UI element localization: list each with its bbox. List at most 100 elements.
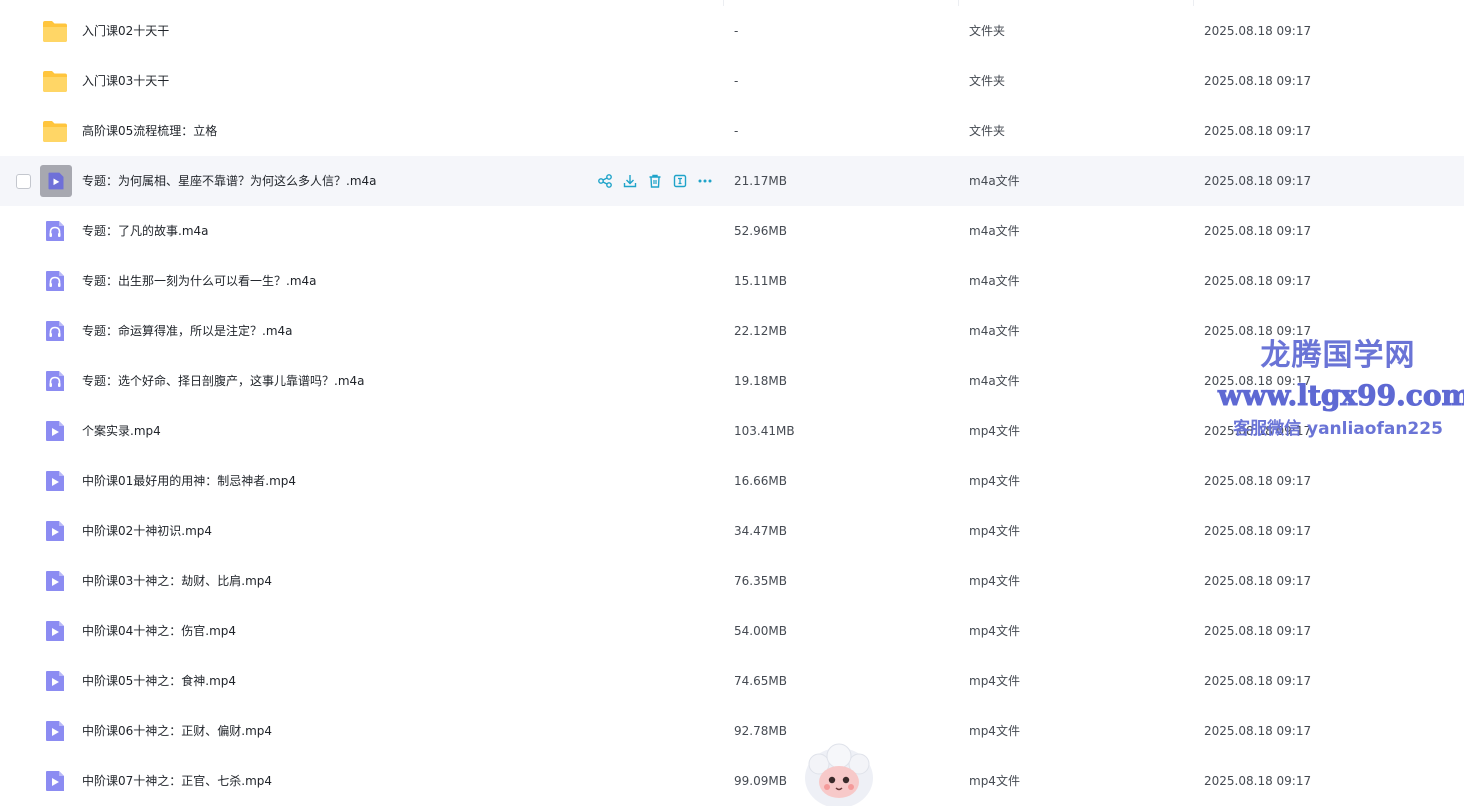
file-row[interactable]: 中阶课03十神之：劫财、比肩.mp4 76.35MB mp4文件 2025.08.18… [0,556,1464,606]
file-date: 2025.08.18 09:17 [1204,24,1312,38]
file-type: m4a文件 [969,224,1020,238]
file-date: 2025.08.18 09:17 [1204,324,1312,338]
file-type: 文件夹 [969,74,1006,88]
file-name[interactable]: 入门课02十天干 [82,6,169,56]
file-date: 2025.08.18 09:17 [1204,274,1312,288]
file-type: mp4文件 [969,774,1020,788]
more-icon[interactable] [697,173,713,189]
file-date: 2025.08.18 09:17 [1204,474,1312,488]
assistant-mascot-icon[interactable] [803,742,875,806]
video-file-icon [42,769,68,793]
file-size: - [734,74,739,88]
file-row[interactable]: 入门课02十天干 - 文件夹 2025.08.18 09:17 [0,6,1464,56]
folder-icon [42,119,68,143]
audio-file-icon [42,269,68,293]
video-file-icon [42,569,68,593]
file-name[interactable]: 高阶课05流程梳理：立格 [82,106,217,156]
file-name[interactable]: 专题：为何属相、星座不靠谱？为何这么多人信？.m4a [82,156,377,206]
video-file-icon [42,419,68,443]
audio-file-icon [42,319,68,343]
file-name[interactable]: 中阶课05十神之：食神.mp4 [82,656,236,706]
file-size: 92.78MB [734,724,787,738]
file-name[interactable]: 中阶课02十神初识.mp4 [82,506,212,556]
file-size: 16.66MB [734,474,787,488]
file-type: m4a文件 [969,174,1020,188]
file-size: 54.00MB [734,624,787,638]
file-type: mp4文件 [969,424,1020,438]
file-type: 文件夹 [969,124,1006,138]
delete-icon[interactable] [647,173,663,189]
file-size: 74.65MB [734,674,787,688]
file-row[interactable]: 专题：为何属相、星座不靠谱？为何这么多人信？.m4a 21.17MB m4a文件 20… [0,156,1464,206]
video-file-icon [42,519,68,543]
file-type: mp4文件 [969,524,1020,538]
file-date: 2025.08.18 09:17 [1204,124,1312,138]
file-name[interactable]: 中阶课06十神之：正财、偏财.mp4 [82,706,272,756]
file-type: mp4文件 [969,574,1020,588]
share-icon[interactable] [597,173,613,189]
audio-file-icon [42,219,68,243]
file-size: 52.96MB [734,224,787,238]
file-size: 19.18MB [734,374,787,388]
file-row[interactable]: 中阶课05十神之：食神.mp4 74.65MB mp4文件 2025.08.18 09… [0,656,1464,706]
audio-file-icon [40,165,72,197]
rename-icon[interactable] [672,173,688,189]
file-type: mp4文件 [969,724,1020,738]
file-row[interactable]: 个案实录.mp4 103.41MB mp4文件 2025.08.18 09:17 [0,406,1464,456]
file-row[interactable]: 入门课03十天干 - 文件夹 2025.08.18 09:17 [0,56,1464,106]
file-date: 2025.08.18 09:17 [1204,424,1312,438]
file-row[interactable]: 专题：出生那一刻为什么可以看一生？.m4a 15.11MB m4a文件 2025.08… [0,256,1464,306]
file-row[interactable]: 中阶课04十神之：伤官.mp4 54.00MB mp4文件 2025.08.18 09… [0,606,1464,656]
file-name[interactable]: 中阶课04十神之：伤官.mp4 [82,606,236,656]
file-name[interactable]: 专题：命运算得准，所以是注定？.m4a [82,306,293,356]
file-name[interactable]: 专题：了凡的故事.m4a [82,206,209,256]
audio-file-icon [42,369,68,393]
file-name[interactable]: 中阶课03十神之：劫财、比肩.mp4 [82,556,272,606]
file-size: 21.17MB [734,174,787,188]
video-file-icon [42,719,68,743]
file-row[interactable]: 中阶课02十神初识.mp4 34.47MB mp4文件 2025.08.18 09:1… [0,506,1464,556]
file-date: 2025.08.18 09:17 [1204,524,1312,538]
video-file-icon [42,669,68,693]
file-name[interactable]: 专题：选个好命、择日剖腹产，这事儿靠谱吗？.m4a [82,356,365,406]
file-size: 15.11MB [734,274,787,288]
folder-icon [42,19,68,43]
file-name[interactable]: 入门课03十天干 [82,56,169,106]
file-type: mp4文件 [969,474,1020,488]
file-type: m4a文件 [969,274,1020,288]
file-date: 2025.08.18 09:17 [1204,624,1312,638]
row-checkbox[interactable] [16,174,31,189]
file-row[interactable]: 中阶课01最好用的用神：制忌神者.mp4 16.66MB mp4文件 2025.08.… [0,456,1464,506]
file-list: 入门课02十天干 - 文件夹 2025.08.18 09:17 入门课03十天干 - 文件夹… [0,6,1464,806]
file-date: 2025.08.18 09:17 [1204,724,1312,738]
file-name[interactable]: 中阶课01最好用的用神：制忌神者.mp4 [82,456,296,506]
file-row[interactable]: 专题：了凡的故事.m4a 52.96MB m4a文件 2025.08.18 09:17 [0,206,1464,256]
file-date: 2025.08.18 09:17 [1204,674,1312,688]
file-type: mp4文件 [969,674,1020,688]
file-row[interactable]: 高阶课05流程梳理：立格 - 文件夹 2025.08.18 09:17 [0,106,1464,156]
file-type: m4a文件 [969,324,1020,338]
file-size: - [734,24,739,38]
file-size: 99.09MB [734,774,787,788]
file-date: 2025.08.18 09:17 [1204,574,1312,588]
folder-icon [42,69,68,93]
file-date: 2025.08.18 09:17 [1204,774,1312,788]
file-date: 2025.08.18 09:17 [1204,74,1312,88]
file-date: 2025.08.18 09:17 [1204,174,1312,188]
video-file-icon [42,619,68,643]
file-row[interactable]: 专题：选个好命、择日剖腹产，这事儿靠谱吗？.m4a 19.18MB m4a文件 202… [0,356,1464,406]
file-row[interactable]: 中阶课07十神之：正官、七杀.mp4 99.09MB mp4文件 2025.08.18… [0,756,1464,806]
file-date: 2025.08.18 09:17 [1204,374,1312,388]
file-row[interactable]: 专题：命运算得准，所以是注定？.m4a 22.12MB m4a文件 2025.08.1… [0,306,1464,356]
file-name[interactable]: 个案实录.mp4 [82,406,161,456]
file-type: m4a文件 [969,374,1020,388]
file-name[interactable]: 中阶课07十神之：正官、七杀.mp4 [82,756,272,806]
file-size: - [734,124,739,138]
video-file-icon [42,469,68,493]
file-name[interactable]: 专题：出生那一刻为什么可以看一生？.m4a [82,256,317,306]
file-row[interactable]: 中阶课06十神之：正财、偏财.mp4 92.78MB mp4文件 2025.08.18… [0,706,1464,756]
file-size: 103.41MB [734,424,795,438]
file-size: 76.35MB [734,574,787,588]
file-type: mp4文件 [969,624,1020,638]
download-icon[interactable] [622,173,638,189]
